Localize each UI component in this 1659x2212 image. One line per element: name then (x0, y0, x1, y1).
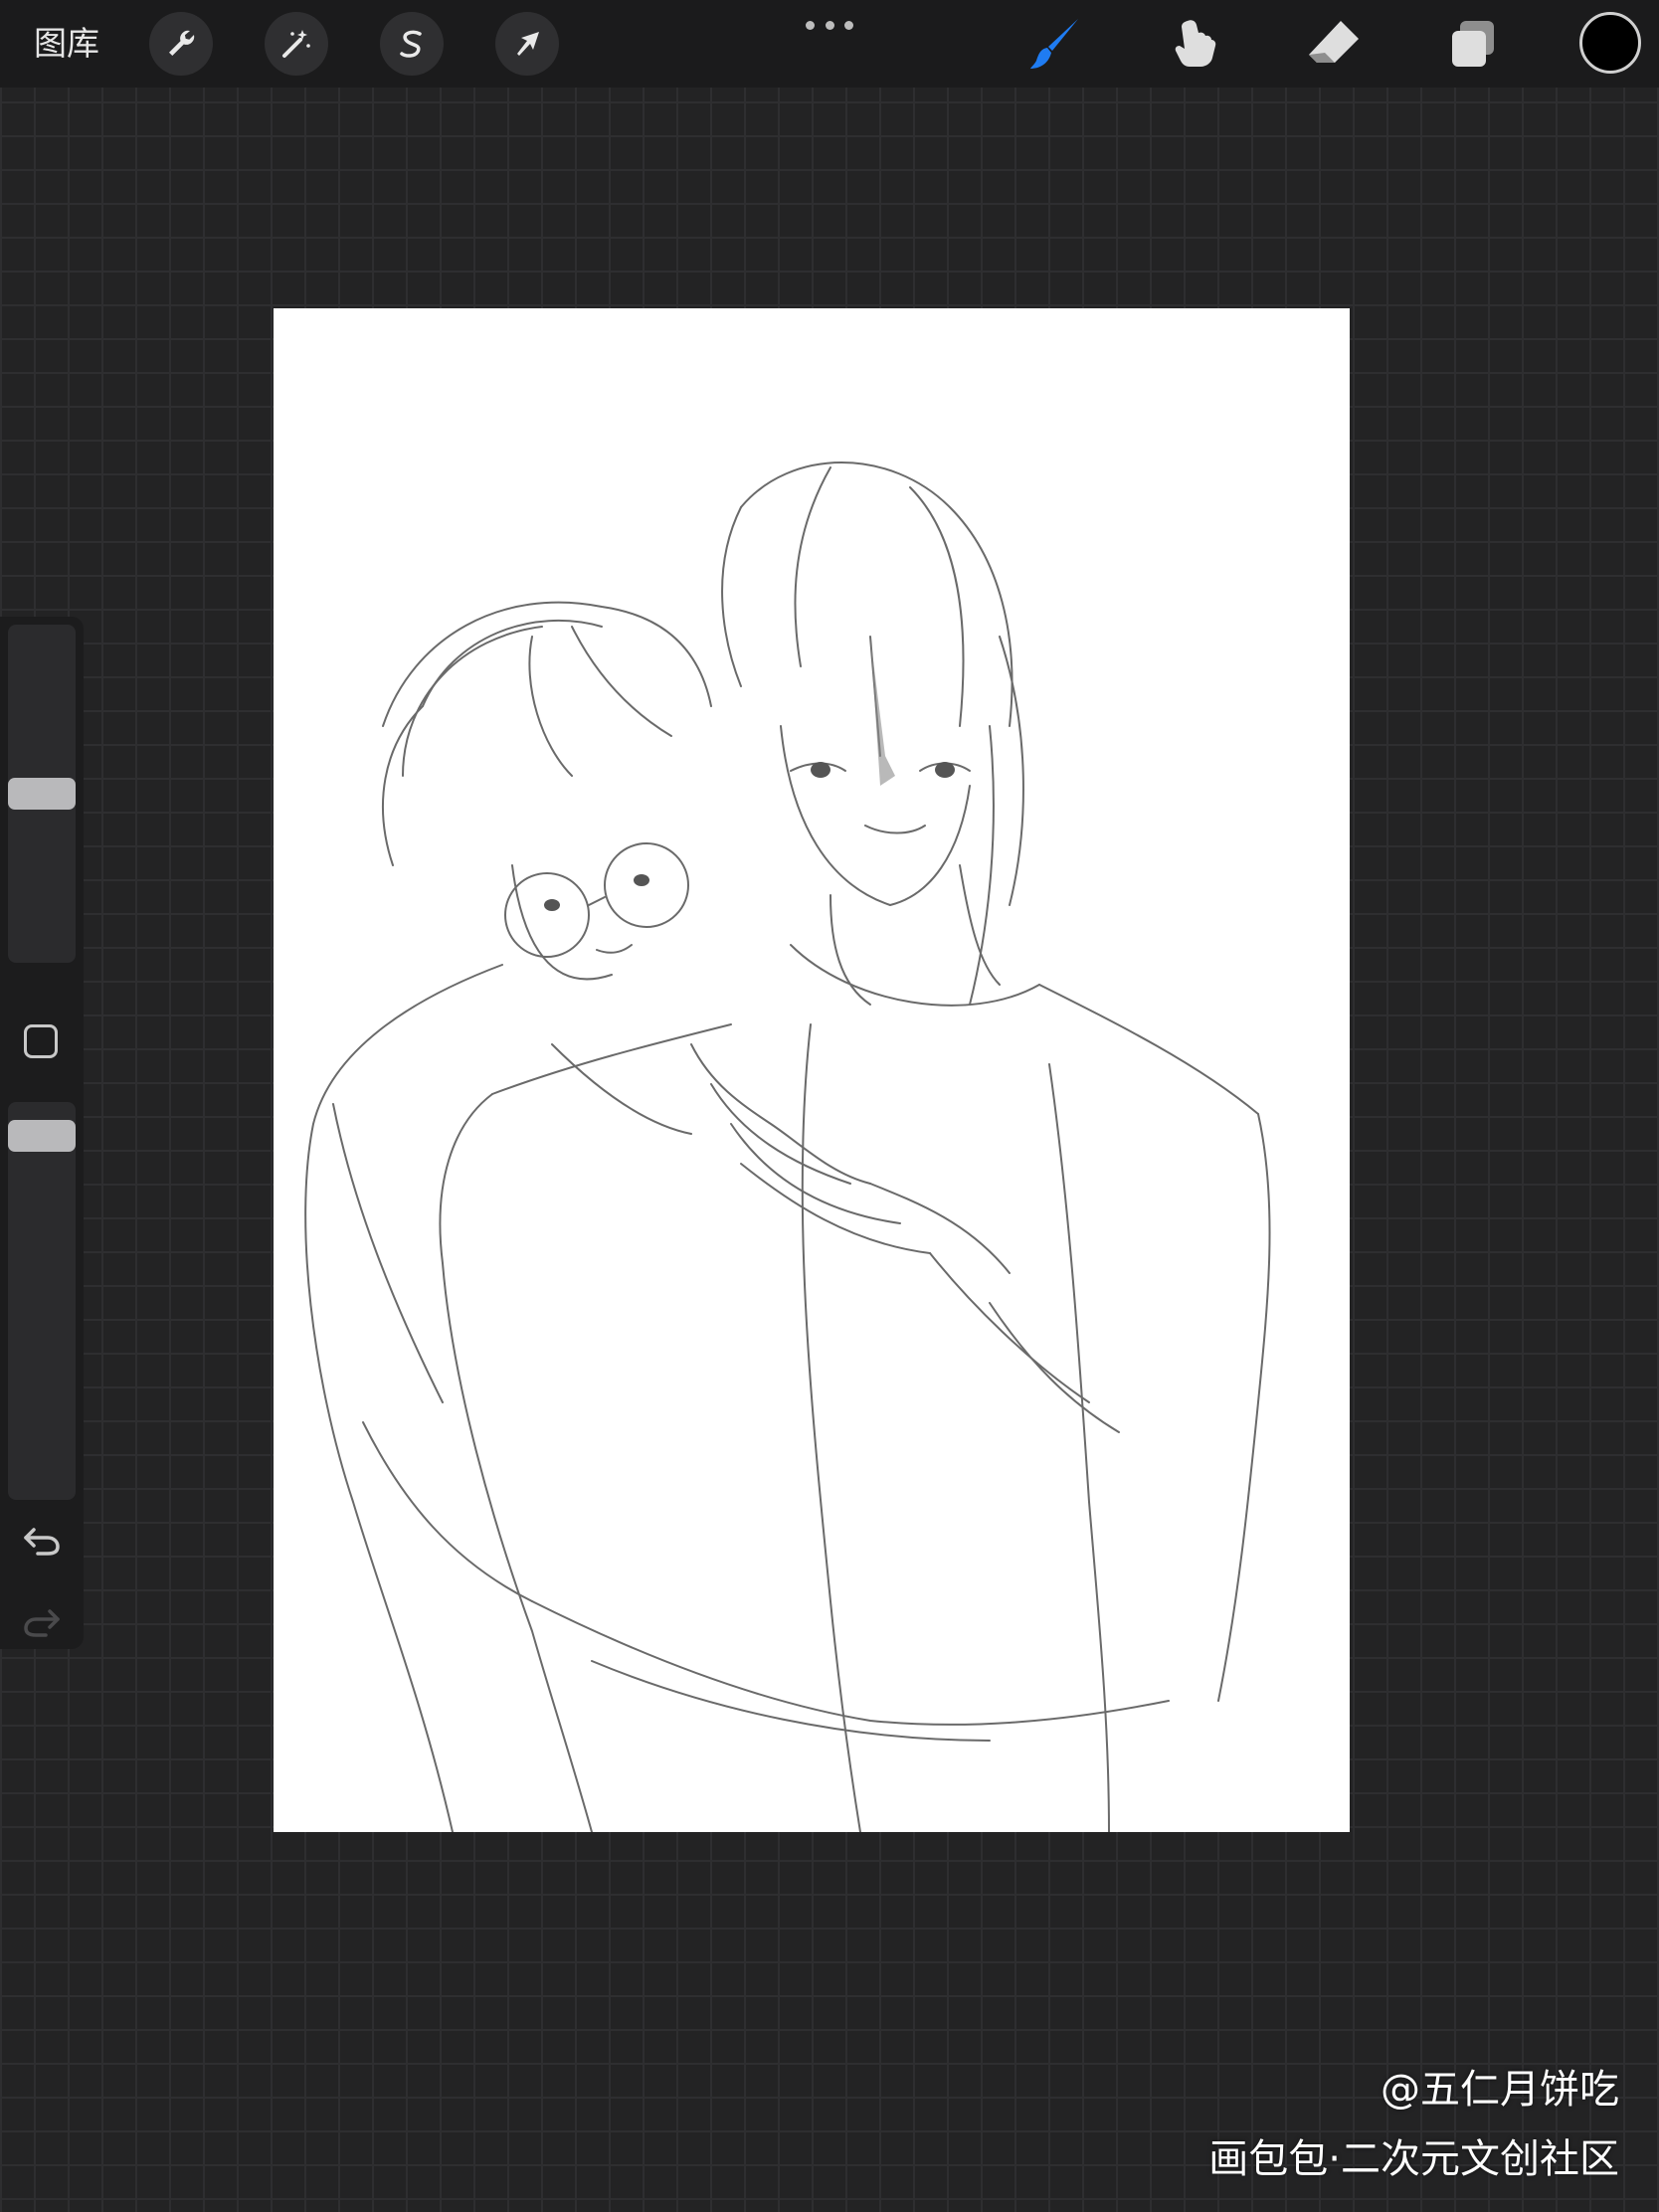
watermark-site: 画包包·二次元文创社区 (1208, 2136, 1619, 2182)
procreate-app: 图库 @五仁月饼吃 画包包·二次元文创社区 (0, 0, 1659, 2212)
top-toolbar: 图库 (0, 0, 1659, 88)
selection-s-icon (400, 30, 422, 58)
layers-icon (1452, 21, 1494, 67)
watermark-author: @五仁月饼吃 (1381, 2067, 1619, 2113)
magic-wand-icon (282, 30, 310, 58)
adjustments-button[interactable] (265, 12, 328, 76)
more-dots-icon[interactable] (806, 18, 853, 32)
smudge-finger-icon (1175, 20, 1216, 67)
layers-button[interactable] (1438, 12, 1508, 76)
actions-button[interactable] (149, 12, 213, 76)
left-sidebar (0, 617, 84, 1649)
selection-button[interactable] (380, 12, 444, 76)
wrench-icon (169, 30, 195, 56)
sketch-artwork (304, 461, 1271, 1832)
square-modify-icon[interactable] (24, 1024, 58, 1058)
opacity-thumb[interactable] (8, 1120, 76, 1152)
transform-button[interactable] (495, 12, 559, 76)
drawing-canvas[interactable] (274, 308, 1350, 1832)
brush-size-thumb[interactable] (8, 778, 76, 810)
undo-arrow-icon[interactable] (20, 1518, 64, 1562)
eraser-button[interactable] (1299, 12, 1369, 76)
smudge-button[interactable] (1160, 12, 1229, 76)
color-swatch-button[interactable] (1579, 12, 1641, 74)
opacity-slider[interactable] (8, 1102, 76, 1500)
arrow-cursor-icon (517, 32, 539, 56)
redo-arrow-icon[interactable] (20, 1599, 64, 1643)
brush-button[interactable] (1020, 12, 1090, 76)
eraser-icon (1309, 21, 1359, 63)
brush-size-slider[interactable] (8, 625, 76, 963)
brush-icon (1030, 19, 1078, 69)
gallery-button[interactable]: 图库 (34, 20, 99, 68)
